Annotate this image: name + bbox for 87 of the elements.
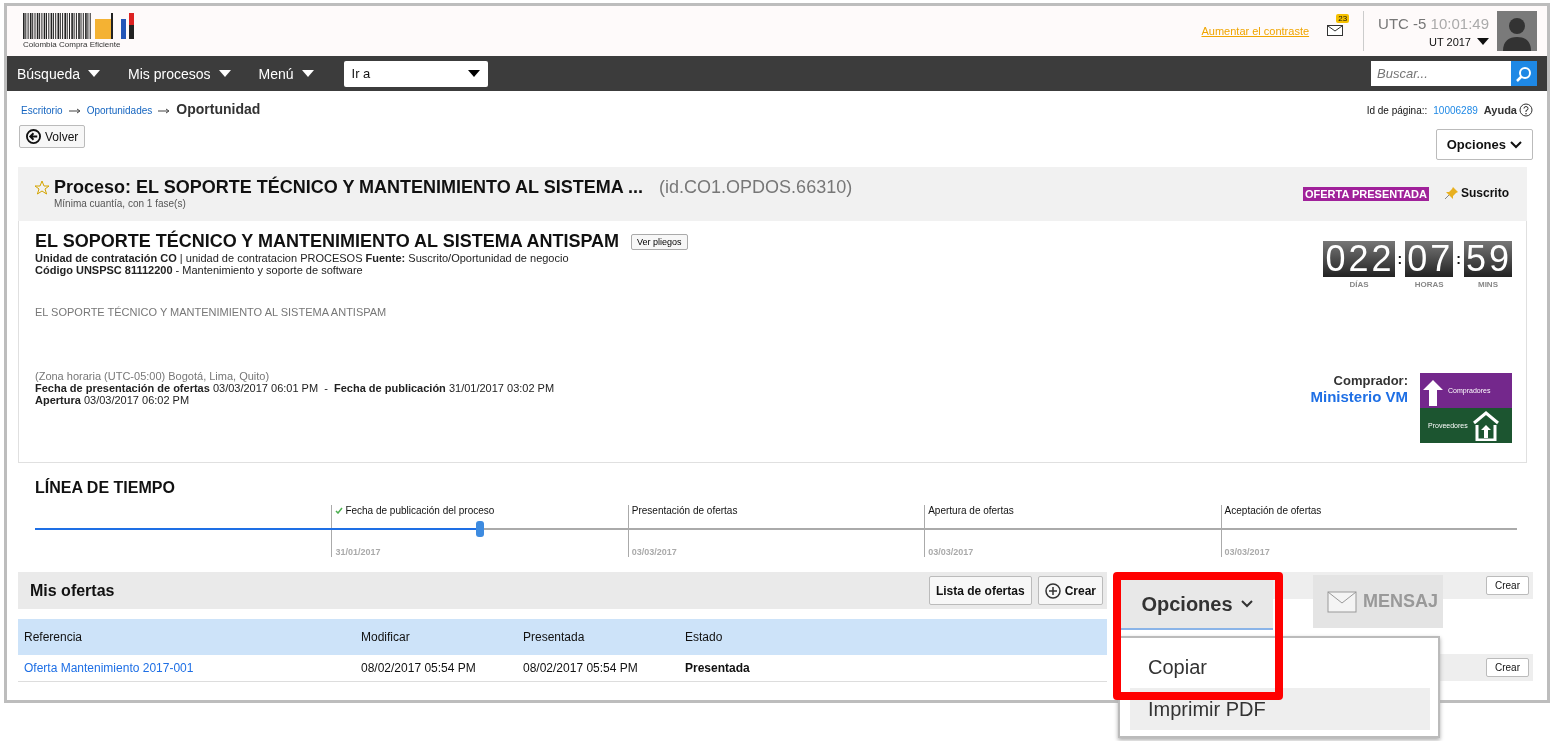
buyer-label: Comprador: <box>1333 373 1408 388</box>
milestone-label: Apertura de ofertas <box>928 505 1014 516</box>
offers-title: Mis ofertas <box>30 581 116 600</box>
nav-menu[interactable]: Menú <box>258 65 314 82</box>
goto-select[interactable]: Ir a <box>343 60 488 87</box>
countdown-value: 022 <box>1323 241 1395 277</box>
house-icon <box>1471 410 1500 441</box>
create-button[interactable]: Crear <box>1037 576 1103 605</box>
breadcrumb-link[interactable]: Escritorio <box>21 105 63 116</box>
description: EL SOPORTE TÉCNICO Y MANTENIMIENTO AL SISTEMA ANTISPAM <box>35 306 388 318</box>
help-link[interactable]: Ayuda <box>1483 104 1517 116</box>
check-icon <box>335 507 344 514</box>
search-field[interactable]: Buscar... <box>1371 61 1511 86</box>
milestone-date: 03/03/2017 <box>1224 547 1271 557</box>
caret-icon <box>301 69 314 78</box>
options-button[interactable]: Opciones <box>1121 580 1273 630</box>
buyer-link[interactable]: Ministerio VM <box>1310 388 1408 405</box>
milestone-date: 03/03/2017 <box>928 547 975 557</box>
mail-icon[interactable] <box>1327 25 1344 36</box>
caret-icon <box>1477 37 1489 46</box>
column-header: Modificar <box>355 619 517 655</box>
menu-item[interactable]: Copiar <box>1130 646 1430 688</box>
column-header: Referencia <box>18 619 355 655</box>
timezone-clock: UTC -5 10:01:49 <box>1378 14 1489 32</box>
process-title: Proceso: EL SOPORTE TÉCNICO Y MANTENIMIENTO AL SISTEMA ... <box>54 177 644 198</box>
search-button[interactable] <box>1511 61 1537 86</box>
unit-line: Unidad de contratación CO | unidad de contratacion PROCESOS Fuente: Suscrito/Oportunidad de negocio <box>35 252 570 264</box>
milestone-label: Fecha de publicación del proceso <box>345 505 495 516</box>
process-subtitle: Mínima cuantía, con 1 fase(s) <box>54 198 187 209</box>
caret-icon <box>88 69 101 78</box>
nav-menu[interactable]: Búsqueda <box>17 65 101 82</box>
logo-text: Colombia Compra Eficiente <box>23 40 122 49</box>
arrow-icon <box>158 108 171 114</box>
milestone-date: 31/01/2017 <box>335 547 382 557</box>
unspsc-line: Código UNSPSC 81112200 - Mantenimiento y soporte de software <box>35 264 364 276</box>
countdown-separator: : <box>1456 251 1461 267</box>
notification-count: 23 <box>1336 14 1350 23</box>
user-menu[interactable]: UT 2017 <box>1429 35 1489 48</box>
logo-icon <box>23 13 137 39</box>
create-button[interactable]: Crear <box>1486 658 1529 677</box>
milestone-label: Presentación de ofertas <box>631 505 738 516</box>
milestone-label: Aceptación de ofertas <box>1224 505 1322 516</box>
countdown-value: 07 <box>1405 241 1454 277</box>
chevron-icon <box>1510 140 1522 149</box>
pin-icon <box>1445 186 1459 200</box>
table-cell: Presentada <box>679 655 1107 682</box>
chevron-icon <box>1240 600 1253 608</box>
status-badge: OFERTA PRESENTADA <box>1302 187 1429 201</box>
table-cell: 08/02/2017 05:54 PM <box>517 655 679 682</box>
offer-link[interactable]: Oferta Mantenimiento 2017-001 <box>18 655 355 682</box>
column-header: Estado <box>679 619 1107 655</box>
back-icon <box>26 129 41 144</box>
search-icon <box>1516 65 1532 82</box>
plus-icon <box>1044 582 1061 599</box>
process-id: (id.CO1.OPDOS.66310) <box>659 177 853 198</box>
opening-line: Apertura 03/03/2017 06:02 PM <box>35 394 191 406</box>
offer-list-button[interactable]: Lista de ofertas <box>928 576 1032 605</box>
messages-title: MENSAJ <box>1363 591 1438 612</box>
page-id-link[interactable]: 10006289 <box>1433 105 1478 116</box>
breadcrumb-current: Oportunidad <box>176 101 261 117</box>
star-icon[interactable] <box>34 179 50 196</box>
page-id-label: Id de página:: <box>1366 105 1428 116</box>
dates-line: Fecha de presentación de ofertas 03/03/2017 06:01 PM - Fecha de publicación 31/01/2017 03:02 PM <box>35 382 556 394</box>
help-icon[interactable] <box>1519 103 1533 117</box>
countdown-separator: : <box>1397 251 1403 267</box>
timeline-title: LÍNEA DE TIEMPO <box>35 479 176 497</box>
opportunity-title: EL SOPORTE TÉCNICO Y MANTENIMIENTO AL SISTEMA ANTISPAM <box>35 231 620 252</box>
nav-menu[interactable]: Mis procesos <box>128 65 231 82</box>
breadcrumb-link[interactable]: Oportunidades <box>86 105 153 116</box>
caret-icon <box>467 70 480 78</box>
options-button[interactable]: Opciones <box>1435 129 1533 160</box>
back-button[interactable]: Volver <box>19 125 86 148</box>
countdown-unit: DÍAS <box>1349 280 1369 289</box>
create-button[interactable]: Crear <box>1486 576 1529 595</box>
menu-item[interactable]: Imprimir PDF <box>1130 688 1430 730</box>
arrow-icon <box>68 108 81 114</box>
milestone-date: 03/03/2017 <box>631 547 678 557</box>
countdown-unit: HORAS <box>1414 280 1444 289</box>
column-header: Presentada <box>517 619 679 655</box>
subscribed-label: Suscrito <box>1461 186 1509 200</box>
table-cell: 08/02/2017 05:54 PM <box>355 655 517 682</box>
countdown-value: 59 <box>1463 241 1512 277</box>
timezone-text: (Zona horaria (UTC-05:00) Bogotá, Lima, Quito) <box>35 370 271 382</box>
ver-pliegos-button[interactable]: Ver pliegos <box>631 233 688 250</box>
countdown-unit: MINS <box>1477 280 1498 289</box>
caret-icon <box>218 69 231 78</box>
mail-icon <box>1327 590 1357 613</box>
